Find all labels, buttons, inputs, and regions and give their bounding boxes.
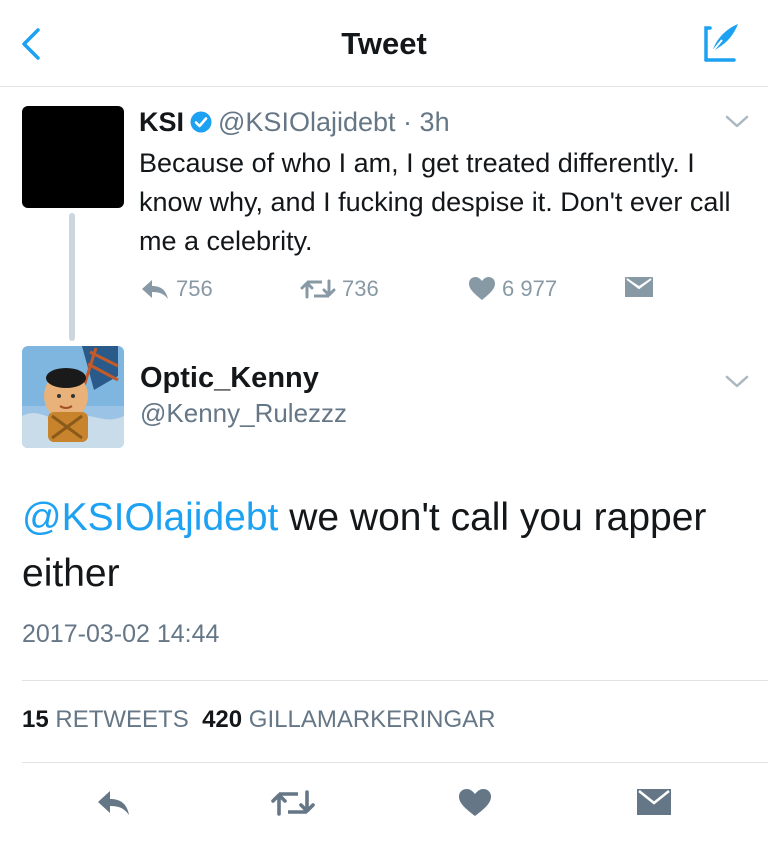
reply-icon[interactable] xyxy=(96,788,132,818)
author-handle[interactable]: @KSIOlajidebt xyxy=(218,107,396,137)
author-name[interactable]: Optic_Kenny xyxy=(140,362,319,395)
author-handle[interactable]: @Kenny_Rulezzz xyxy=(140,398,347,429)
likes-stat[interactable]: 420 GILLAMARKERINGAR xyxy=(202,706,495,733)
divider xyxy=(22,762,768,763)
compose-icon[interactable] xyxy=(696,20,742,66)
tweet-actions: 756 736 6 977 xyxy=(140,276,700,306)
retweet-count: 15 xyxy=(22,706,49,733)
like-label: GILLAMARKERINGAR xyxy=(248,706,496,733)
reply-icon xyxy=(142,280,168,299)
timestamp: 3h xyxy=(419,107,450,137)
mention-link[interactable]: @KSIOlajidebt xyxy=(22,496,278,539)
like-count: 420 xyxy=(202,706,243,733)
retweet-icon xyxy=(300,279,336,299)
original-tweet: KSI @KSIOlajidebt · 3h Because of who I … xyxy=(139,106,739,261)
chevron-down-icon[interactable] xyxy=(724,374,750,390)
avatar[interactable] xyxy=(22,106,124,208)
separator: · xyxy=(403,107,413,137)
nav-bar: Tweet xyxy=(0,0,768,87)
reply-button[interactable]: 756 xyxy=(140,276,213,302)
tweet-actions xyxy=(0,780,768,830)
page-title: Tweet xyxy=(341,26,427,61)
retweet-icon[interactable] xyxy=(270,788,316,818)
timestamp: 2017-03-02 14:44 xyxy=(22,620,220,648)
retweet-count: 736 xyxy=(342,276,379,301)
like-count: 6 977 xyxy=(502,276,558,301)
retweet-button[interactable]: 736 xyxy=(300,276,379,302)
thread-line xyxy=(69,213,75,341)
reply-count: 756 xyxy=(176,276,213,301)
retweets-stat[interactable]: 15 RETWEETS xyxy=(22,706,189,733)
dm-icon[interactable] xyxy=(636,788,672,816)
dm-button[interactable] xyxy=(624,276,660,298)
tweet-text: Because of who I am, I get treated diffe… xyxy=(139,148,731,256)
chevron-down-icon[interactable] xyxy=(724,114,750,130)
like-button[interactable]: 6 977 xyxy=(468,276,557,302)
tweet-header: KSI @KSIOlajidebt · 3h xyxy=(139,106,739,138)
dm-icon xyxy=(625,277,653,297)
divider xyxy=(22,680,768,681)
avatar-image xyxy=(22,346,124,448)
retweet-label: RETWEETS xyxy=(55,706,189,733)
heart-icon[interactable] xyxy=(458,788,492,818)
heart-icon xyxy=(469,277,495,300)
tweet-stats: 15 RETWEETS 420 GILLAMARKERINGAR xyxy=(22,706,496,734)
author-name[interactable]: KSI xyxy=(139,107,184,137)
verified-icon xyxy=(190,111,212,133)
tweet-text: @KSIOlajidebt we won't call you rapper e… xyxy=(22,490,742,602)
avatar[interactable] xyxy=(22,346,124,448)
